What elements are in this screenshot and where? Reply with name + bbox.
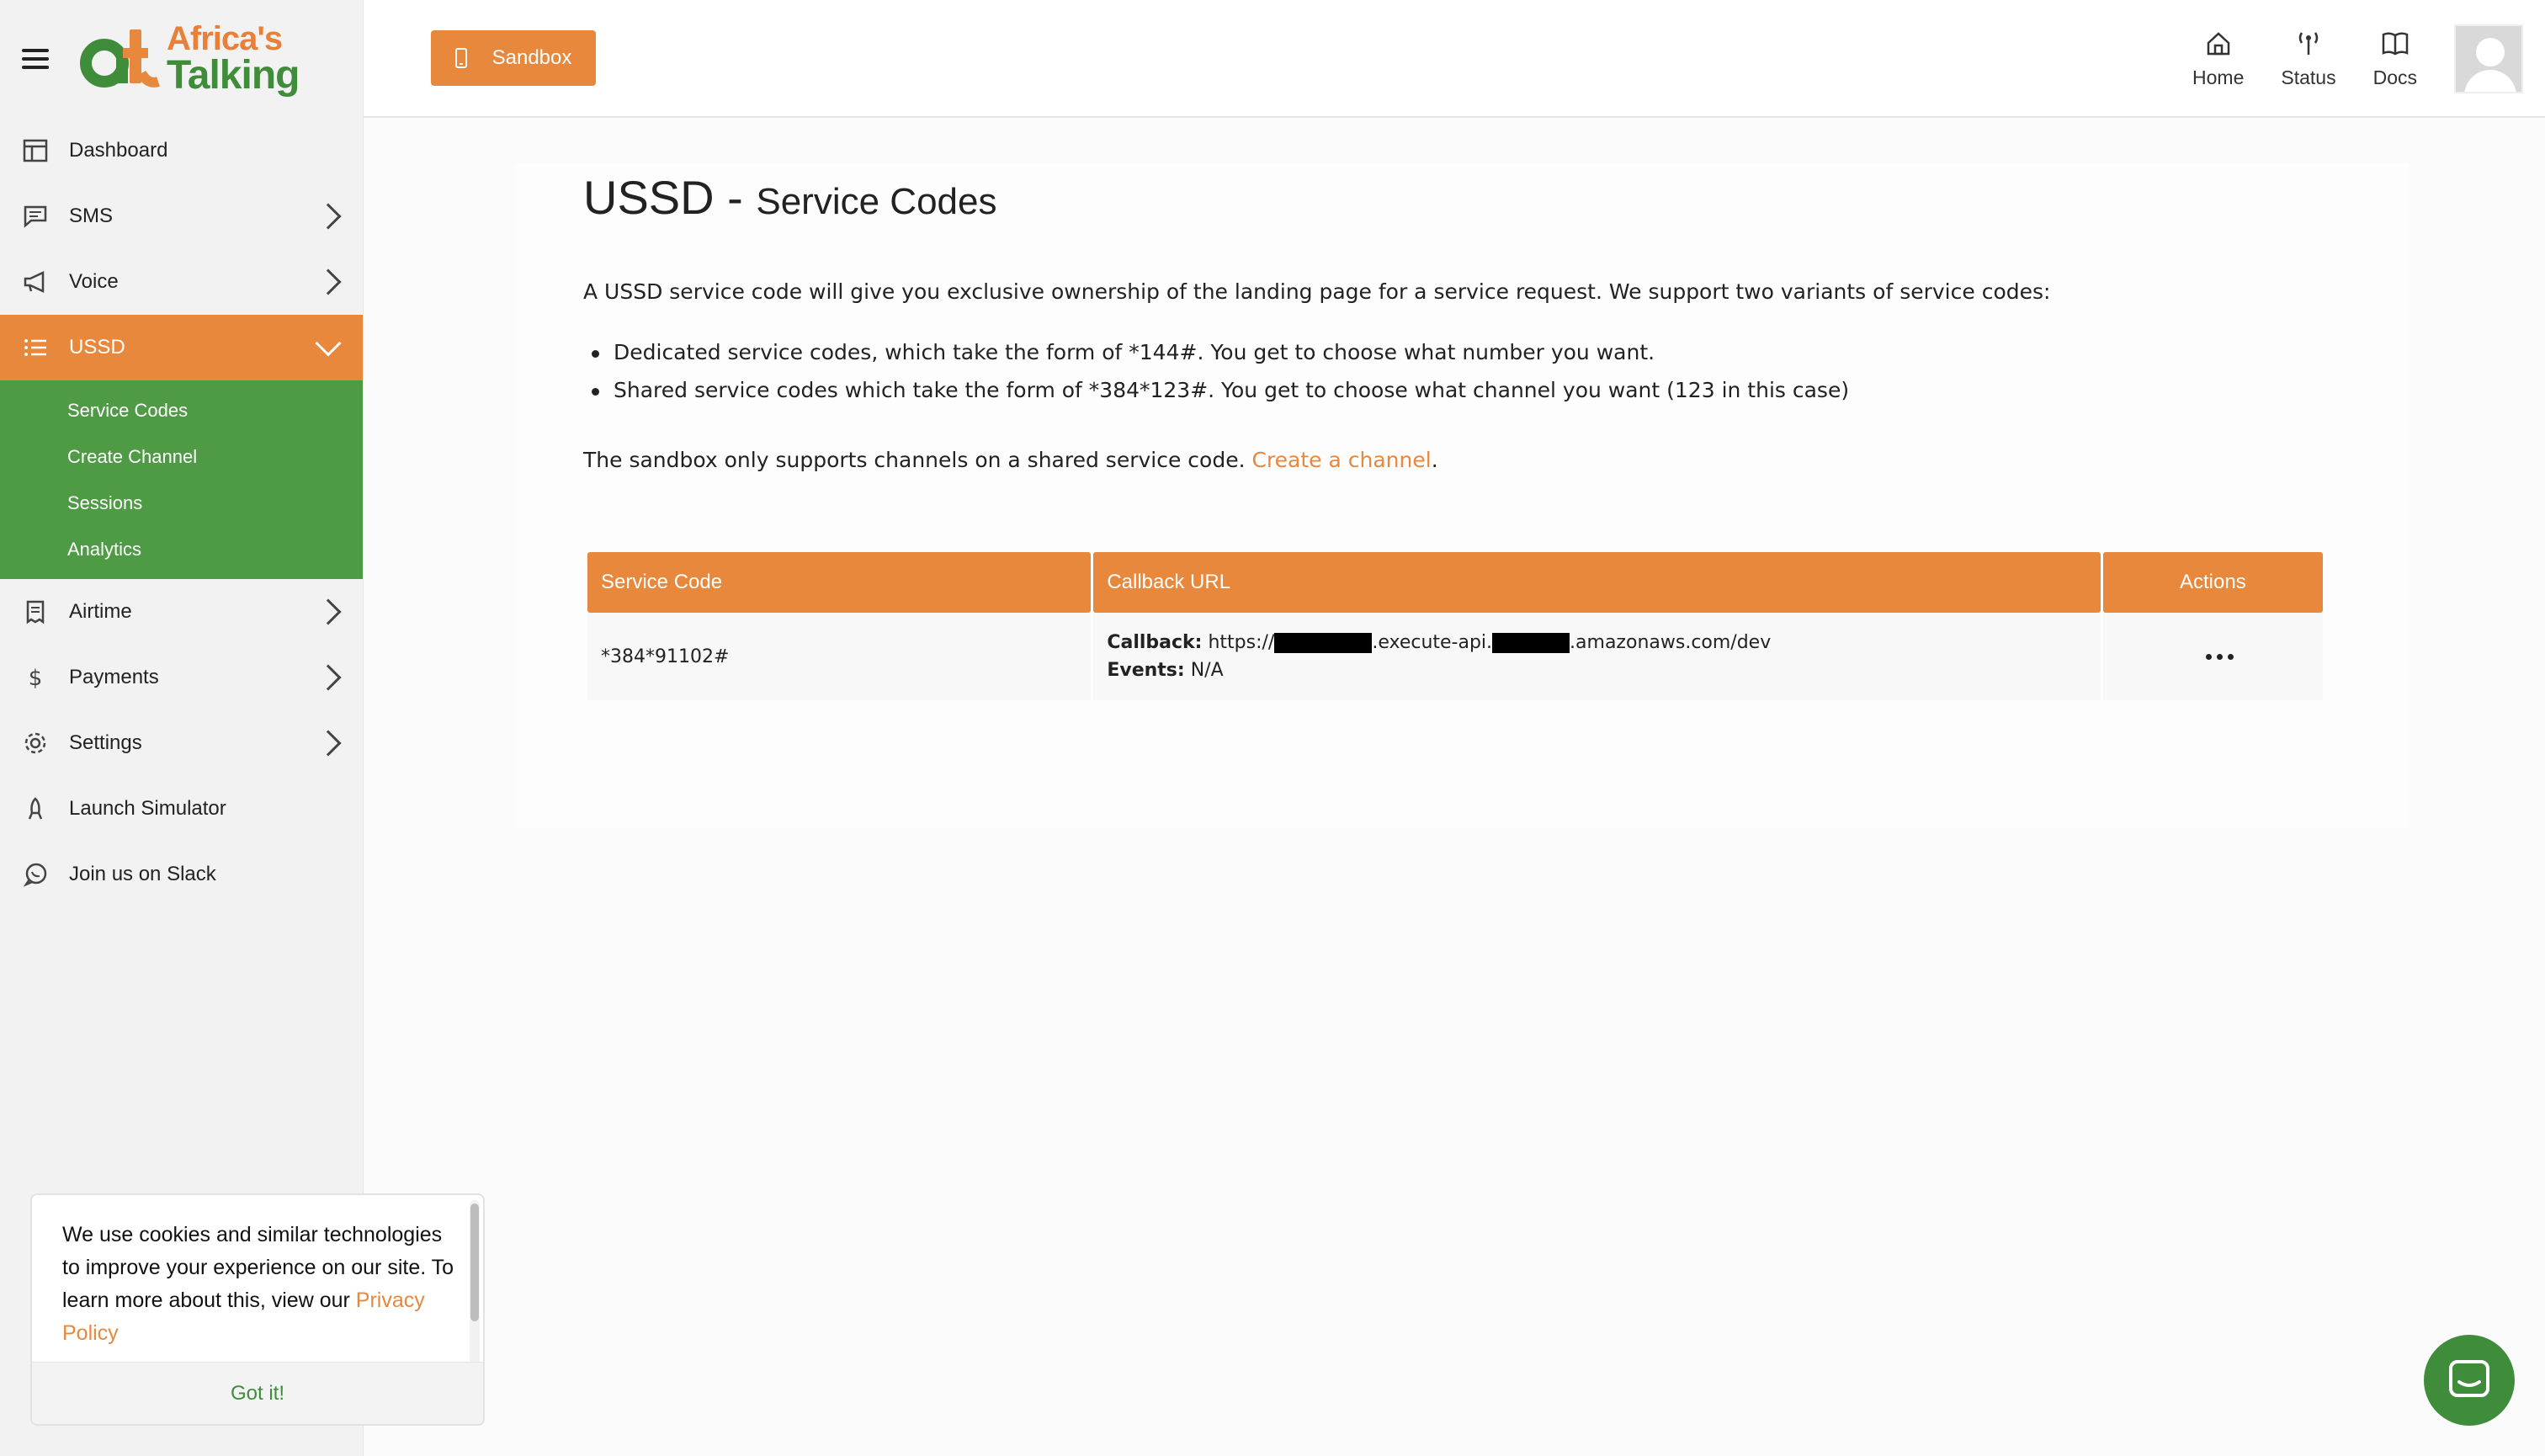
megaphone-icon	[22, 268, 49, 295]
home-icon	[2207, 31, 2229, 55]
submenu-item-create-channel[interactable]: Create Channel	[0, 433, 363, 480]
top-bar: Sandbox Home Status Docs	[364, 0, 2545, 118]
sidebar: Africa's Talking Dashboard SMS Voice USS…	[0, 0, 485, 1456]
callback-url-part-3: .amazonaws.com/dev	[1570, 632, 1772, 653]
sidebar-item-label: Payments	[69, 666, 159, 688]
book-icon	[2382, 31, 2409, 55]
note-suffix: .	[1431, 448, 1438, 472]
status-label: Status	[2281, 66, 2336, 88]
chat-icon	[2449, 1360, 2489, 1397]
logo-text: Africa's Talking	[167, 20, 300, 98]
column-header-callback-url: Callback URL	[1093, 552, 2101, 613]
chevron-right-icon	[315, 203, 342, 230]
chevron-right-icon	[315, 598, 342, 625]
sidebar-item-label: Launch Simulator	[69, 797, 226, 820]
events-line: Events: N/A	[1107, 660, 2100, 681]
avatar[interactable]	[2454, 24, 2523, 93]
receipt-icon	[22, 598, 49, 625]
create-channel-link[interactable]: Create a channel	[1251, 448, 1431, 472]
sidebar-item-launch-simulator[interactable]: Launch Simulator	[0, 776, 363, 842]
antenna-icon	[2298, 31, 2319, 55]
column-header-actions: Actions	[2102, 552, 2323, 613]
chat-bubble-icon	[22, 861, 49, 888]
logo[interactable]: Africa's Talking	[71, 20, 300, 98]
chevron-right-icon	[315, 268, 342, 295]
sidebar-item-ussd[interactable]: USSD	[0, 315, 363, 380]
submenu-item-sessions[interactable]: Sessions	[0, 480, 363, 526]
content-panel	[515, 163, 2409, 828]
actions-cell	[2102, 613, 2323, 700]
top-links: Home Status Docs	[2192, 0, 2545, 118]
callback-url-part-1: https://	[1208, 632, 1275, 653]
chevron-right-icon	[315, 730, 342, 757]
variant-list: Dedicated service codes, which take the …	[591, 340, 1849, 416]
chat-launcher-button[interactable]	[2424, 1335, 2515, 1426]
logo-line-1: Africa's	[167, 20, 283, 57]
dollar-icon: $	[22, 664, 49, 691]
sidebar-item-voice[interactable]: Voice	[0, 249, 363, 315]
home-label: Home	[2192, 66, 2245, 88]
sandbox-label: Sandbox	[491, 46, 572, 69]
ussd-submenu: Service Codes Create Channel Sessions An…	[0, 380, 363, 579]
table-header-row: Service Code Callback URL Actions	[587, 552, 2323, 613]
submenu-item-analytics[interactable]: Analytics	[0, 526, 363, 572]
svg-text:$: $	[29, 666, 43, 690]
chevron-right-icon	[315, 664, 342, 691]
note-prefix: The sandbox only supports channels on a …	[583, 448, 1252, 472]
sidebar-item-label: Settings	[69, 731, 142, 754]
list-icon	[22, 334, 49, 361]
rocket-icon	[22, 795, 49, 822]
docs-link[interactable]: Docs	[2373, 29, 2417, 89]
sandbox-button[interactable]: Sandbox	[431, 30, 596, 86]
message-icon	[22, 203, 49, 230]
avatar-head	[2476, 38, 2505, 66]
table-row: *384*91102# Callback: https:// .execute-a…	[587, 613, 2323, 700]
redacted-block	[1492, 633, 1570, 653]
callback-label: Callback:	[1107, 632, 1203, 653]
gear-icon	[22, 730, 49, 757]
callback-cell: Callback: https:// .execute-api. .amazonaw…	[1093, 613, 2101, 700]
africas-talking-logo-mark	[80, 29, 160, 88]
avatar-body	[2464, 70, 2516, 92]
submenu-item-service-codes[interactable]: Service Codes	[0, 387, 363, 433]
sidebar-item-label: USSD	[69, 336, 125, 359]
main-content: USSD - Service Codes A USSD service code…	[364, 120, 2545, 1456]
callback-line: Callback: https:// .execute-api. .amazonaw…	[1107, 632, 2100, 653]
status-link[interactable]: Status	[2281, 29, 2336, 89]
sandbox-note: The sandbox only supports channels on a …	[583, 448, 1438, 472]
sidebar-item-payments[interactable]: $ Payments	[0, 645, 363, 710]
more-actions-icon[interactable]	[2117, 653, 2323, 660]
sidebar-item-label: Voice	[69, 270, 119, 293]
column-header-service-code: Service Code	[587, 552, 1092, 613]
page-title-sub: Service Codes	[756, 181, 997, 222]
service-code-cell: *384*91102#	[587, 613, 1092, 700]
intro-text: A USSD service code will give you exclus…	[583, 279, 2051, 304]
dashboard-icon	[22, 137, 49, 164]
sidebar-item-label: Join us on Slack	[69, 863, 216, 885]
events-value: N/A	[1190, 660, 1224, 681]
list-item: Shared service codes which take the form…	[591, 378, 1849, 402]
home-link[interactable]: Home	[2192, 29, 2244, 89]
chevron-down-icon	[315, 330, 342, 357]
service-codes-table: Service Code Callback URL Actions *384*9…	[585, 552, 2325, 700]
sidebar-item-dashboard[interactable]: Dashboard	[0, 118, 363, 183]
sidebar-item-label: Airtime	[69, 600, 132, 623]
sidebar-item-airtime[interactable]: Airtime	[0, 579, 363, 645]
page-title-main: USSD -	[583, 171, 757, 224]
page-title: USSD - Service Codes	[583, 170, 997, 225]
logo-line-2: Talking	[167, 53, 300, 98]
phone-icon	[454, 48, 467, 68]
events-label: Events:	[1107, 660, 1185, 681]
sidebar-item-sms[interactable]: SMS	[0, 183, 363, 249]
docs-label: Docs	[2372, 66, 2417, 88]
sidebar-item-slack[interactable]: Join us on Slack	[0, 842, 363, 907]
sidebar-item-label: Dashboard	[69, 139, 168, 162]
list-item: Dedicated service codes, which take the …	[591, 340, 1849, 364]
sidebar-item-label: SMS	[69, 205, 114, 227]
hamburger-menu-icon[interactable]	[22, 49, 49, 69]
callback-url-part-2: .execute-api.	[1372, 632, 1493, 653]
sidebar-item-settings[interactable]: Settings	[0, 710, 363, 776]
redacted-block	[1274, 633, 1373, 653]
brand-bar: Africa's Talking	[0, 0, 363, 118]
